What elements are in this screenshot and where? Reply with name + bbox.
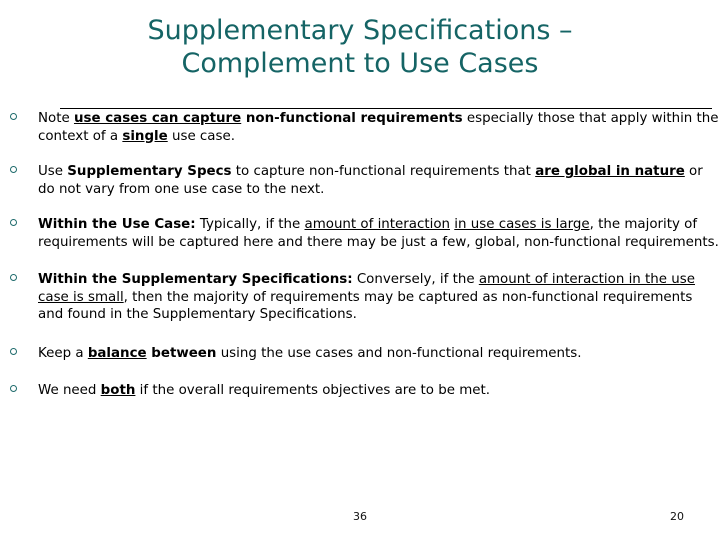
list-item: Within the Supplementary Specifications:… — [8, 271, 720, 324]
bullet-circle-icon — [10, 274, 17, 281]
list-item-text: Keep a balance between using the use cas… — [38, 345, 582, 361]
bullet-circle-icon — [10, 347, 17, 355]
list-item-text: We need both if the overall requirements… — [38, 383, 490, 398]
bullet-circle-icon — [10, 219, 17, 226]
list-item: Within the Use Case: Typically, if the a… — [8, 216, 720, 251]
clipped-text-rule — [60, 108, 712, 109]
list-item: Use Supplementary Specs to capture non-f… — [8, 163, 720, 198]
list-item-text: Within the Supplementary Specifications:… — [38, 272, 695, 322]
list-item: Keep a balance between using the use cas… — [8, 345, 720, 363]
bullet-circle-icon — [10, 385, 17, 392]
slide-canvas: Supplementary Specifications – Complemen… — [0, 0, 720, 540]
list-item-text: Note use cases can capture non-functiona… — [38, 111, 719, 144]
slide-number-right: 20 — [670, 510, 684, 523]
slide-body: Note use cases can capture non-functiona… — [8, 110, 720, 400]
bullet-circle-icon — [10, 166, 17, 173]
list-item-text: Within the Use Case: Typically, if the a… — [38, 217, 719, 250]
list-item: We need both if the overall requirements… — [8, 382, 720, 400]
list-item: Note use cases can capture non-functiona… — [8, 110, 720, 145]
slide-title: Supplementary Specifications – Complemen… — [36, 14, 684, 80]
list-item-text: Use Supplementary Specs to capture non-f… — [38, 164, 703, 197]
slide-title-line-2: Complement to Use Cases — [181, 48, 539, 79]
bullet-circle-icon — [10, 113, 17, 120]
slide-title-line-1: Supplementary Specifications – — [147, 15, 573, 46]
